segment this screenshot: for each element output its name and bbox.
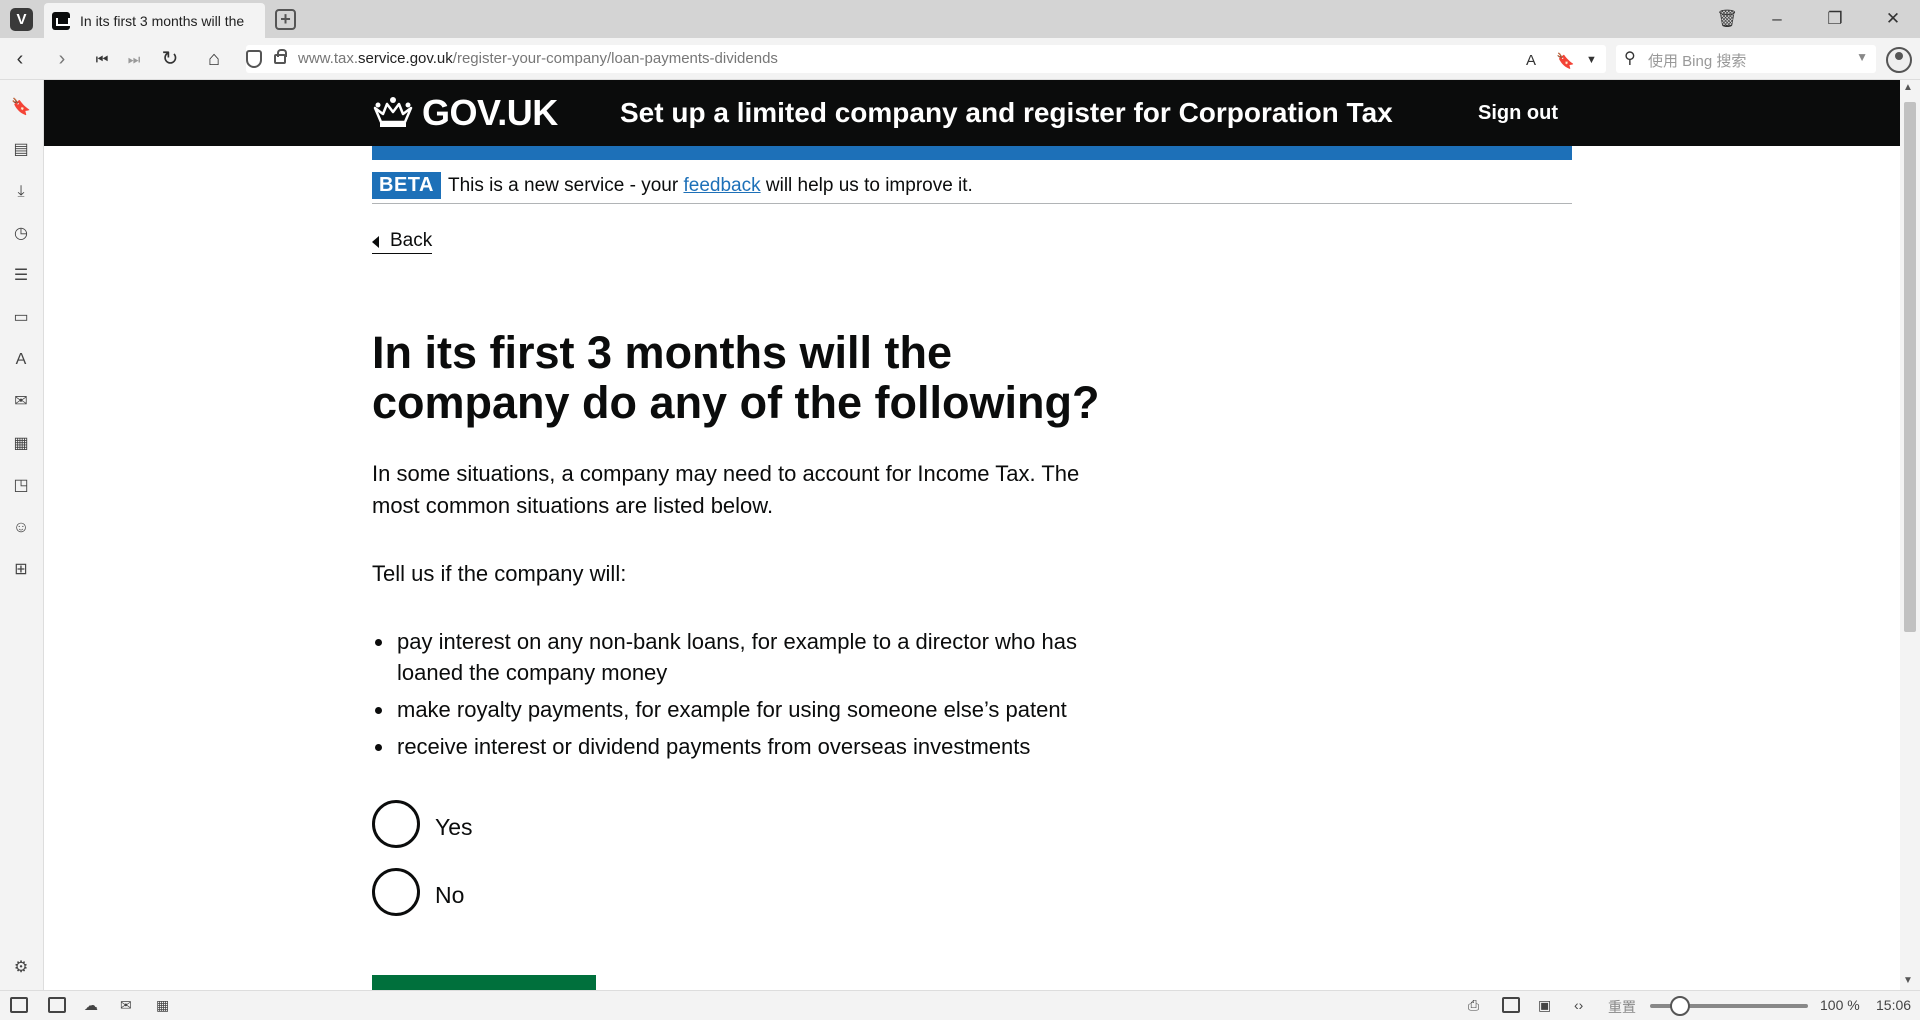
dropdown-icon[interactable]: ▼ [1586, 54, 1597, 66]
add-panel-icon[interactable]: ⊞ [11, 560, 31, 580]
url-path: /register-your-company/loan-payments-div… [452, 50, 778, 67]
code-icon[interactable]: ‹› [1574, 997, 1583, 1013]
reset-zoom-label[interactable]: 重置 [1608, 997, 1636, 1017]
trash-icon[interactable]: 🗑 [1714, 6, 1740, 32]
clock: 15:06 [1876, 997, 1912, 1013]
url-text[interactable]: www.tax.service.gov.uk/register-your-com… [298, 50, 778, 67]
capture-icon[interactable]: ⎙ [1468, 997, 1479, 1014]
radio-yes-circle[interactable] [372, 800, 420, 848]
search-engine-dropdown-icon[interactable]: ▼ [1856, 50, 1868, 64]
close-window-icon[interactable]: ✕ [1880, 6, 1906, 32]
phase-banner-text: This is a new service - your feedback wi… [448, 175, 973, 197]
shield-icon[interactable] [246, 50, 262, 68]
rewind-icon[interactable]: ⏮ [90, 47, 114, 71]
situations-list: pay interest on any non-bank loans, for … [372, 626, 1132, 762]
phase-banner: BETA This is a new service - your feedba… [372, 172, 1572, 204]
address-toolbar: ‹ › ⏮ ⏭ ↻ ⌂ www.tax.service.gov.uk/regis… [0, 38, 1920, 80]
calendar-icon[interactable]: ▦ [11, 434, 31, 454]
forward-icon[interactable]: › [50, 47, 74, 71]
phase-text-before: This is a new service - your [448, 175, 684, 196]
window-panel-icon[interactable]: ▭ [11, 308, 31, 328]
main-content: In its first 3 months will the company d… [372, 328, 1132, 936]
govuk-header: GOV.UK Set up a limited company and regi… [44, 80, 1900, 146]
status-bar: ☁ ✉ ▦ ⎙ ▣ ‹› 重置 100 % 15:06 [0, 990, 1920, 1020]
restore-icon[interactable]: ❐ [1822, 6, 1848, 32]
sign-out-link[interactable]: Sign out [1478, 102, 1558, 125]
intro-paragraph: In some situations, a company may need t… [372, 461, 1080, 518]
search-field[interactable]: ⚲ 使用 Bing 搜索 ▼ [1616, 45, 1876, 73]
feed-icon[interactable]: ◳ [11, 476, 31, 496]
url-field[interactable]: www.tax.service.gov.uk/register-your-com… [246, 45, 1606, 73]
profile-icon[interactable] [1886, 47, 1912, 73]
search-placeholder: 使用 Bing 搜索 [1648, 53, 1747, 70]
downloads-icon[interactable]: ⤓ [11, 182, 31, 202]
radio-no-label[interactable]: No [435, 882, 464, 909]
header-blue-bar [372, 146, 1572, 160]
zoom-slider-knob[interactable] [1670, 996, 1690, 1016]
radio-yes-label[interactable]: Yes [435, 814, 473, 841]
govuk-logo-text[interactable]: GOV.UK [422, 92, 558, 134]
crown-icon [373, 97, 413, 127]
translate-panel-icon[interactable]: A [11, 350, 31, 370]
zoom-level[interactable]: 100 % [1820, 997, 1860, 1013]
bookmark-icon[interactable]: 🔖 [1556, 52, 1575, 70]
scroll-thumb[interactable] [1904, 102, 1916, 632]
scroll-down-icon[interactable]: ▼ [1903, 975, 1913, 986]
back-icon[interactable]: ‹ [8, 47, 32, 71]
tiling-icon[interactable] [1502, 997, 1520, 1013]
minimize-icon[interactable]: – [1764, 6, 1790, 32]
settings-gear-icon[interactable]: ⚙ [11, 958, 31, 978]
history-icon[interactable]: ◷ [11, 224, 31, 244]
scroll-up-icon[interactable]: ▲ [1903, 82, 1913, 93]
images-icon[interactable]: ▣ [1538, 997, 1551, 1014]
back-link[interactable]: Back [372, 230, 433, 254]
save-and-continue-button[interactable]: Save and continue [372, 975, 596, 990]
url-prefix: www.tax. [298, 50, 359, 67]
radio-no[interactable]: No [372, 868, 1132, 916]
govuk-favicon-icon [52, 11, 70, 30]
answer-radios: Yes No [372, 800, 1132, 916]
radio-no-circle[interactable] [372, 868, 420, 916]
phase-text-after: will help us to improve it. [760, 175, 973, 196]
list-item: make royalty payments, for example for u… [372, 694, 1112, 725]
mail-status-icon[interactable]: ✉ [120, 997, 132, 1014]
panel-toggle-icon[interactable] [10, 997, 28, 1013]
translate-icon[interactable]: A [1526, 52, 1536, 69]
page-viewport: GOV.UK Set up a limited company and regi… [44, 80, 1900, 990]
active-tab[interactable]: In its first 3 months will the [44, 3, 265, 38]
page-scrollbar[interactable]: ▲ ▼ [1900, 80, 1920, 990]
page-heading: In its first 3 months will the company d… [372, 327, 1100, 428]
contacts-icon[interactable]: ☺ [11, 518, 31, 538]
prompt-paragraph: Tell us if the company will: [372, 561, 627, 586]
tab-tiling-icon[interactable] [48, 997, 66, 1013]
mail-icon[interactable]: ✉ [11, 392, 31, 412]
radio-yes[interactable]: Yes [372, 800, 1132, 848]
home-icon[interactable]: ⌂ [202, 47, 226, 71]
service-name[interactable]: Set up a limited company and register fo… [620, 97, 1393, 129]
tab-bar: V In its first 3 months will the + 🗑 – ❐… [0, 0, 1920, 38]
url-host: service.gov.uk [358, 50, 453, 67]
feedback-link[interactable]: feedback [683, 175, 760, 196]
calendar-status-icon[interactable]: ▦ [156, 997, 169, 1014]
reading-list-icon[interactable]: ▤ [11, 140, 31, 160]
fast-forward-icon[interactable]: ⏭ [122, 47, 146, 71]
vivaldi-menu-icon[interactable]: V [10, 8, 33, 31]
new-tab-icon[interactable]: + [275, 9, 296, 30]
tab-title: In its first 3 months will the [80, 12, 245, 29]
bookmarks-icon[interactable]: 🔖 [11, 98, 31, 118]
list-item: pay interest on any non-bank loans, for … [372, 626, 1112, 688]
list-item: receive interest or dividend payments fr… [372, 731, 1112, 762]
beta-tag: BETA [372, 172, 441, 199]
search-icon: ⚲ [1624, 50, 1636, 67]
notes-icon[interactable]: ☰ [11, 266, 31, 286]
cloud-sync-icon[interactable]: ☁ [84, 997, 98, 1014]
lock-icon[interactable] [274, 49, 287, 64]
reload-icon[interactable]: ↻ [158, 47, 182, 71]
side-panel: 🔖 ▤ ⤓ ◷ ☰ ▭ A ✉ ▦ ◳ ☺ ⊞ ⚙ [0, 80, 44, 990]
